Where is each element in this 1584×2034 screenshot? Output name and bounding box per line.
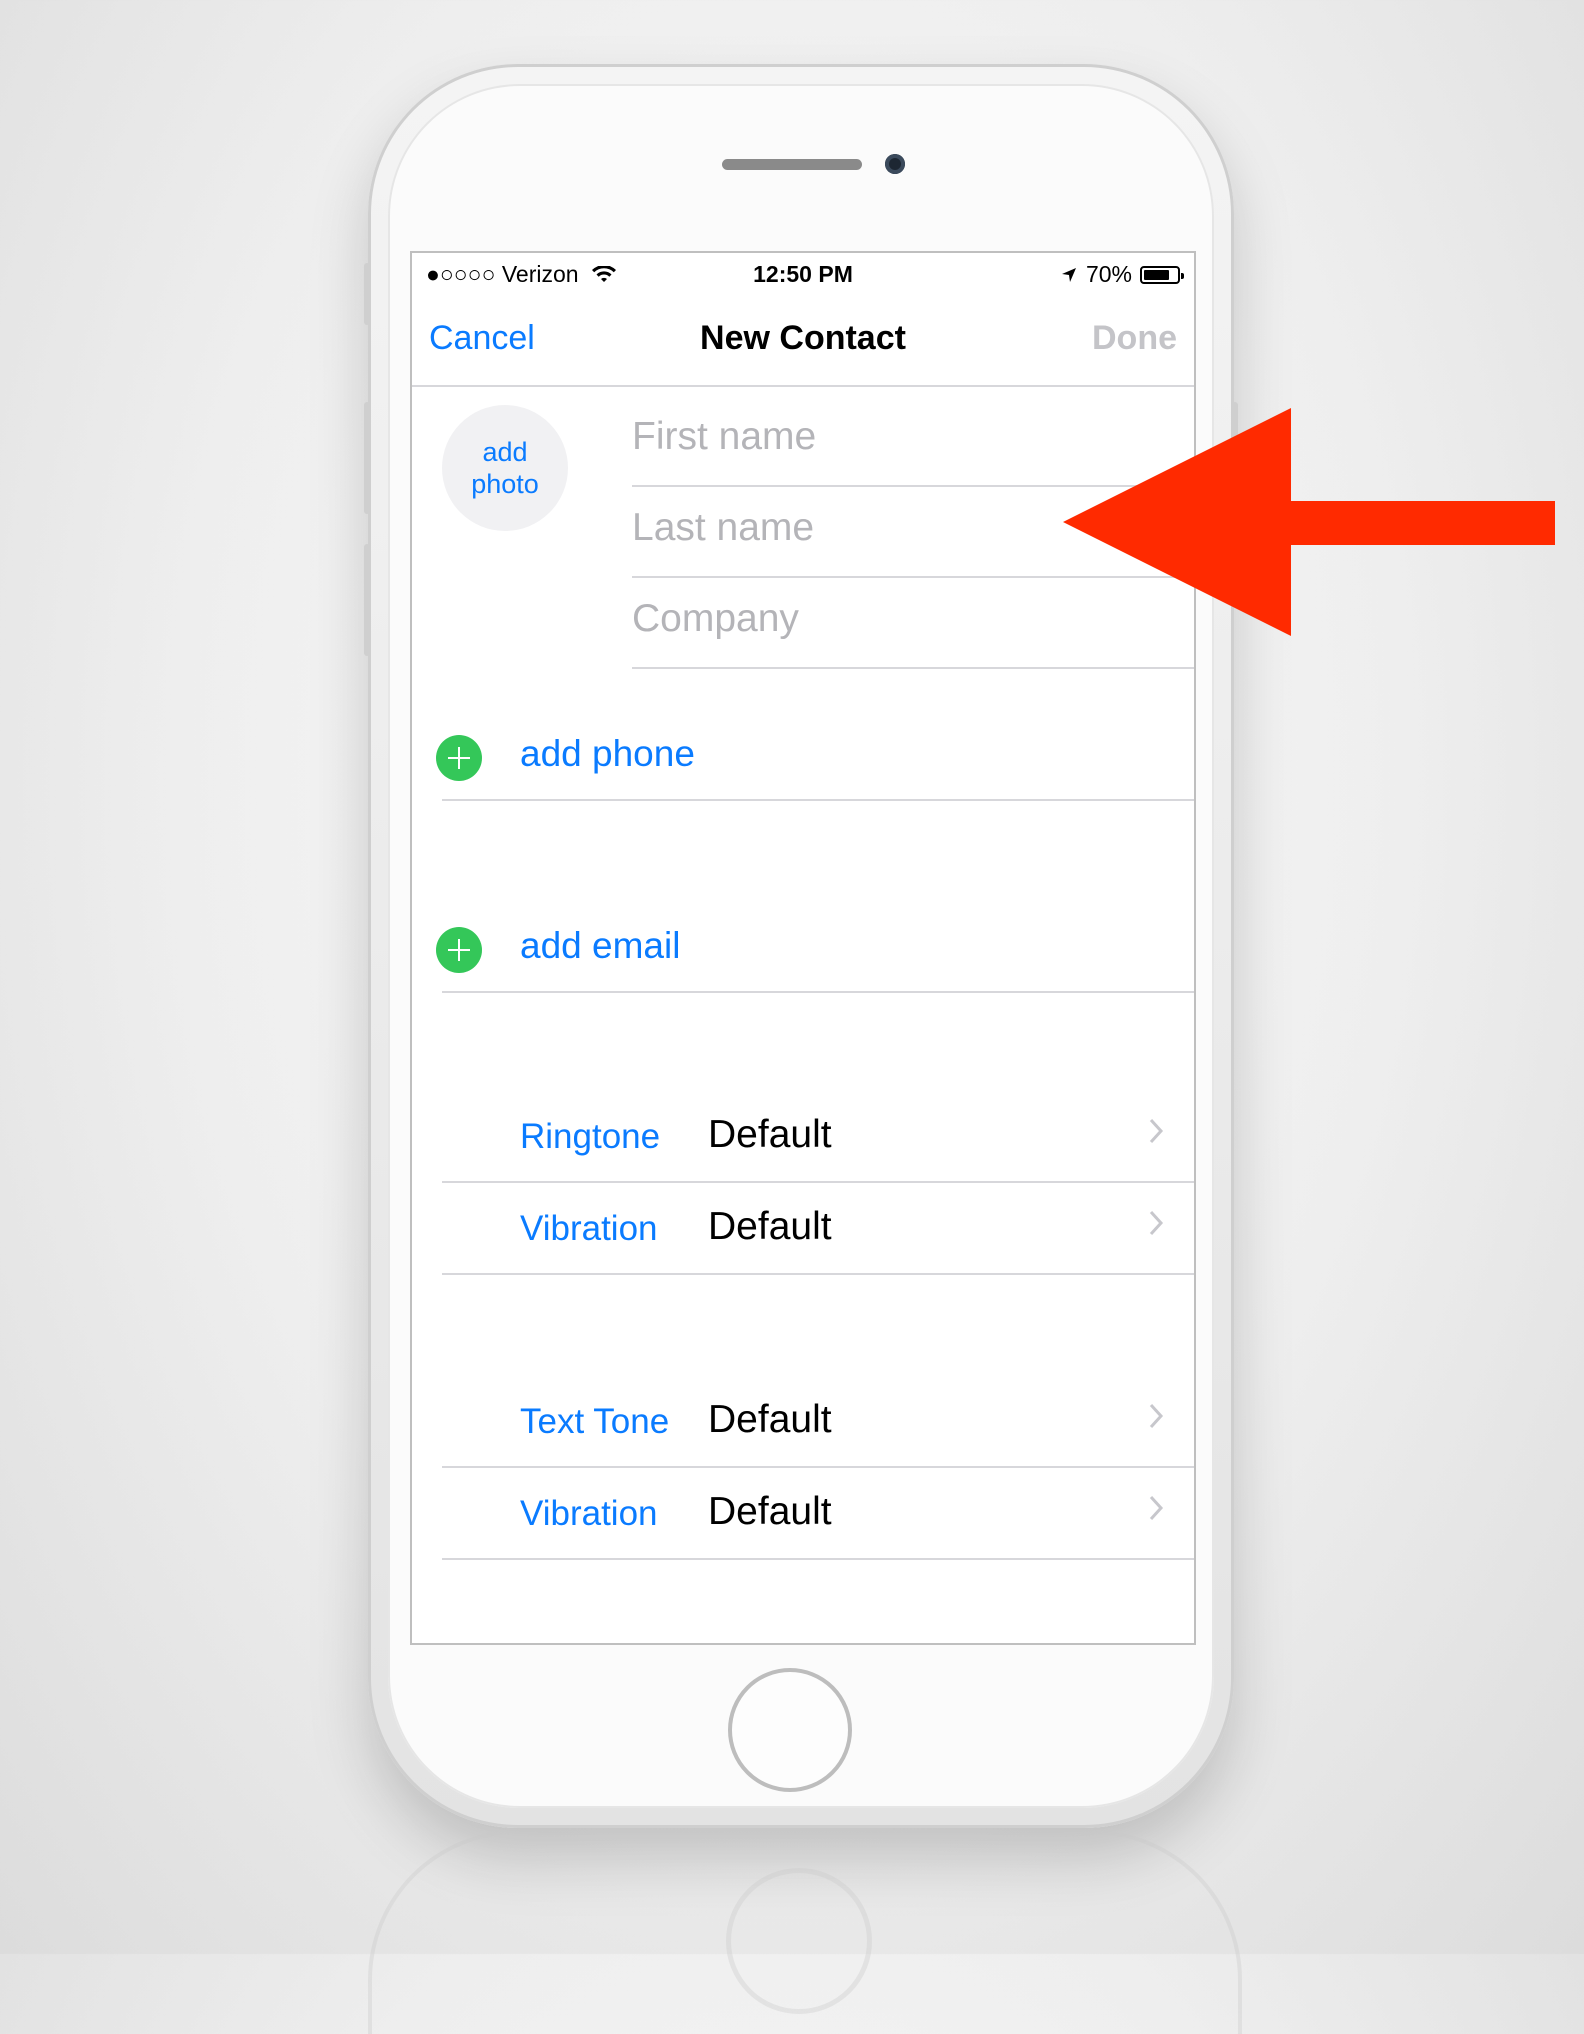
ringtone-label: Ringtone xyxy=(520,1117,661,1156)
add-photo-button[interactable]: add photo xyxy=(442,405,568,531)
battery-fill xyxy=(1144,269,1170,280)
ringtone-row[interactable]: Ringtone Default xyxy=(442,1091,1194,1183)
chevron-right-icon xyxy=(1149,1495,1164,1521)
ringtone-value: Default xyxy=(708,1113,832,1156)
text-tone-row[interactable]: Text Tone Default xyxy=(442,1376,1194,1468)
vibration-label: Vibration xyxy=(520,1494,658,1533)
add-email-row[interactable]: add email xyxy=(436,901,1194,993)
done-button[interactable]: Done xyxy=(1092,319,1177,358)
page-title: New Contact xyxy=(700,319,906,357)
add-photo-line2: photo xyxy=(471,469,539,499)
ringtone-vibration-row[interactable]: Vibration Default xyxy=(442,1183,1194,1275)
vibration-value: Default xyxy=(708,1490,832,1533)
text-tone-value: Default xyxy=(708,1398,832,1441)
side-button-volume-down xyxy=(364,544,370,656)
plus-circle-icon xyxy=(436,735,482,781)
text-tone-vibration-row[interactable]: Vibration Default xyxy=(442,1468,1194,1560)
battery-tip xyxy=(1181,272,1184,279)
status-bar: ●○○○○ Verizon 12:50 PM 70% xyxy=(412,253,1194,297)
battery-icon xyxy=(1140,265,1184,284)
front-camera xyxy=(885,154,905,174)
red-arrow-annotation xyxy=(1063,408,1555,636)
chevron-right-icon xyxy=(1149,1403,1164,1429)
location-arrow-icon xyxy=(1061,267,1076,282)
add-phone-label: add phone xyxy=(520,733,695,774)
plus-circle-icon xyxy=(436,927,482,973)
add-email-label: add email xyxy=(520,925,681,966)
battery-percent: 70% xyxy=(1085,261,1132,287)
side-button-volume-up xyxy=(364,402,370,514)
status-right: 70% xyxy=(1060,261,1184,288)
side-button-mute xyxy=(364,263,370,325)
chevron-right-icon xyxy=(1149,1210,1164,1236)
vibration-label: Vibration xyxy=(520,1209,658,1248)
earpiece-speaker xyxy=(722,159,862,170)
chevron-right-icon xyxy=(1149,1118,1164,1144)
add-phone-row[interactable]: add phone xyxy=(436,709,1194,801)
home-button[interactable] xyxy=(728,1668,852,1792)
add-photo-line1: add xyxy=(482,437,528,467)
text-tone-label: Text Tone xyxy=(520,1402,670,1441)
navigation-bar: Cancel New Contact Done xyxy=(412,297,1194,387)
home-button-reflection xyxy=(726,1868,872,2014)
vibration-value: Default xyxy=(708,1205,832,1248)
